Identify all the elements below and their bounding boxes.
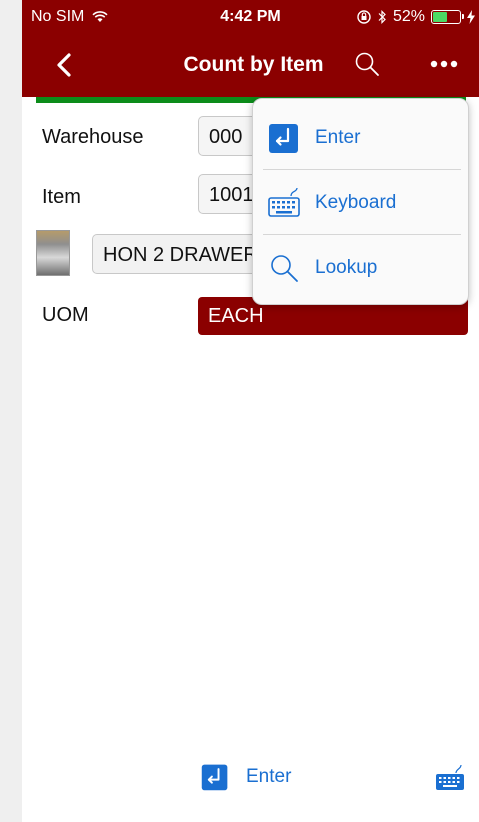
app-screen: No SIM 4:42 PM 52% Count by Item Warehou… [22, 0, 479, 822]
menu-item-keyboard[interactable]: Keyboard [253, 170, 468, 236]
charging-icon [467, 10, 475, 24]
battery-fill [433, 12, 447, 22]
menu-item-lookup[interactable]: Lookup [253, 235, 468, 301]
nav-bar: Count by Item [22, 40, 479, 90]
enter-button-label: Enter [246, 766, 292, 787]
page-title: Count by Item [183, 53, 324, 76]
keyboard-icon[interactable] [435, 764, 465, 792]
uom-label: UOM [42, 304, 89, 326]
header-bar: No SIM 4:42 PM 52% Count by Item [22, 0, 479, 97]
enter-icon [269, 124, 298, 153]
more-options-icon[interactable] [426, 54, 462, 74]
item-image [36, 230, 70, 276]
search-icon [271, 255, 298, 282]
menu-item-label: Lookup [315, 257, 378, 278]
menu-item-enter[interactable]: Enter [253, 105, 468, 171]
battery-percent: 52% [392, 8, 425, 25]
warehouse-label: Warehouse [42, 126, 144, 148]
enter-icon [201, 764, 228, 791]
menu-item-label: Keyboard [315, 192, 397, 213]
keyboard-icon [268, 187, 300, 217]
status-bar: No SIM 4:42 PM 52% [22, 0, 479, 34]
item-description-field: HON 2 DRAWER [92, 234, 272, 274]
bluetooth-icon [378, 10, 386, 24]
item-label: Item [42, 186, 81, 208]
status-right: 52% [357, 8, 475, 26]
menu-item-label: Enter [315, 127, 361, 148]
enter-button[interactable]: Enter [200, 762, 291, 792]
options-menu: Enter Keyboard Lookup [252, 98, 469, 305]
search-icon[interactable] [352, 49, 382, 79]
battery-icon [431, 10, 464, 24]
orientation-lock-icon [357, 10, 371, 24]
